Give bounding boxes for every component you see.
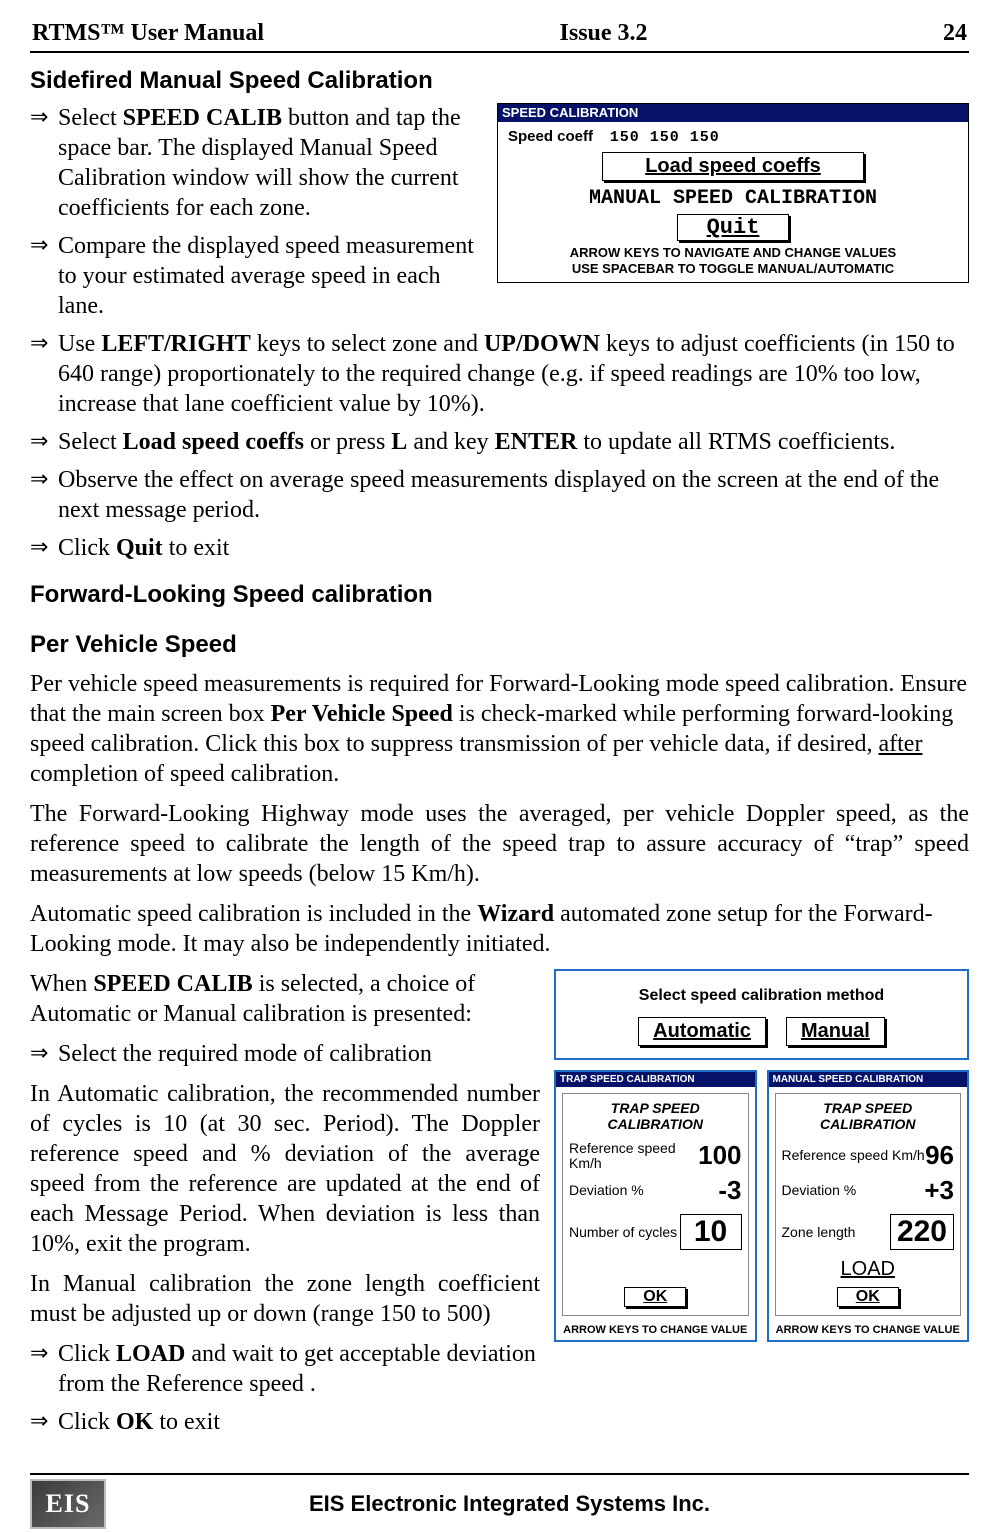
- ok-button[interactable]: OK: [837, 1287, 899, 1307]
- list-item: Click OK to exit: [30, 1407, 969, 1437]
- trap-speed-panel-manual: MANUAL SPEED CALIBRATION TRAP SPEED CALI…: [767, 1070, 970, 1342]
- cycles-input[interactable]: 10: [680, 1214, 742, 1250]
- list-item: Compare the displayed speed measurement …: [30, 231, 969, 321]
- deviation-label: Deviation %: [782, 1183, 857, 1198]
- page-footer: EIS EIS Electronic Integrated Systems In…: [30, 1475, 969, 1529]
- header-right: 24: [943, 20, 967, 47]
- eis-logo: EIS: [30, 1479, 106, 1529]
- list-item: Click LOAD and wait to get acceptable de…: [30, 1339, 969, 1399]
- panel-footer: ARROW KEYS TO CHANGE VALUE: [769, 1322, 968, 1340]
- panel-titlebar: TRAP SPEED CALIBRATION: [556, 1072, 755, 1087]
- list-item: Select Load speed coeffs or press L and …: [30, 427, 969, 457]
- paragraph: Per vehicle speed measurements is requir…: [30, 669, 969, 789]
- footer-text: EIS Electronic Integrated Systems Inc.: [126, 1491, 969, 1517]
- list-item: Click Quit to exit: [30, 533, 969, 563]
- paragraph: The Forward-Looking Highway mode uses th…: [30, 799, 969, 889]
- list-item: Select SPEED CALIB button and tap the sp…: [30, 103, 969, 223]
- ref-speed-value: 100: [698, 1140, 741, 1171]
- load-button[interactable]: LOAD: [782, 1258, 955, 1281]
- deviation-value: -3: [718, 1175, 741, 1206]
- header-left: RTMS™ User Manual: [32, 20, 264, 47]
- figure-speed-method: Select speed calibration method Automati…: [554, 969, 969, 1342]
- panel-subtitle: TRAP SPEED CALIBRATION: [782, 1100, 955, 1132]
- page-header: RTMS™ User Manual Issue 3.2 24: [30, 20, 969, 53]
- subheading-per-vehicle: Per Vehicle Speed: [30, 631, 969, 659]
- ref-speed-label: Reference speed Km/h: [782, 1148, 925, 1163]
- paragraph: Automatic speed calibration is included …: [30, 899, 969, 959]
- trap-speed-panel-auto: TRAP SPEED CALIBRATION TRAP SPEED CALIBR…: [554, 1070, 757, 1342]
- zone-length-input[interactable]: 220: [890, 1214, 954, 1250]
- select-method-title: Select speed calibration method: [566, 987, 957, 1005]
- header-center: Issue 3.2: [560, 20, 648, 47]
- deviation-value: +3: [924, 1175, 954, 1206]
- zone-length-label: Zone length: [782, 1225, 856, 1240]
- list-item: Observe the effect on average speed meas…: [30, 465, 969, 525]
- ref-speed-value: 96: [925, 1140, 954, 1171]
- deviation-label: Deviation %: [569, 1183, 644, 1198]
- cycles-label: Number of cycles: [569, 1225, 677, 1240]
- list-item: Use LEFT/RIGHT keys to select zone and U…: [30, 329, 969, 419]
- section-title-sidefired: Sidefired Manual Speed Calibration: [30, 67, 969, 95]
- panel-footer: ARROW KEYS TO CHANGE VALUE: [556, 1322, 755, 1340]
- section-title-forward: Forward-Looking Speed calibration: [30, 581, 969, 609]
- panel-titlebar: MANUAL SPEED CALIBRATION: [769, 1072, 968, 1087]
- ref-speed-label: Reference speed Km/h: [569, 1141, 698, 1170]
- ok-button[interactable]: OK: [624, 1287, 686, 1307]
- panel-subtitle: TRAP SPEED CALIBRATION: [569, 1100, 742, 1132]
- list-item: Select the required mode of calibration: [30, 1039, 969, 1069]
